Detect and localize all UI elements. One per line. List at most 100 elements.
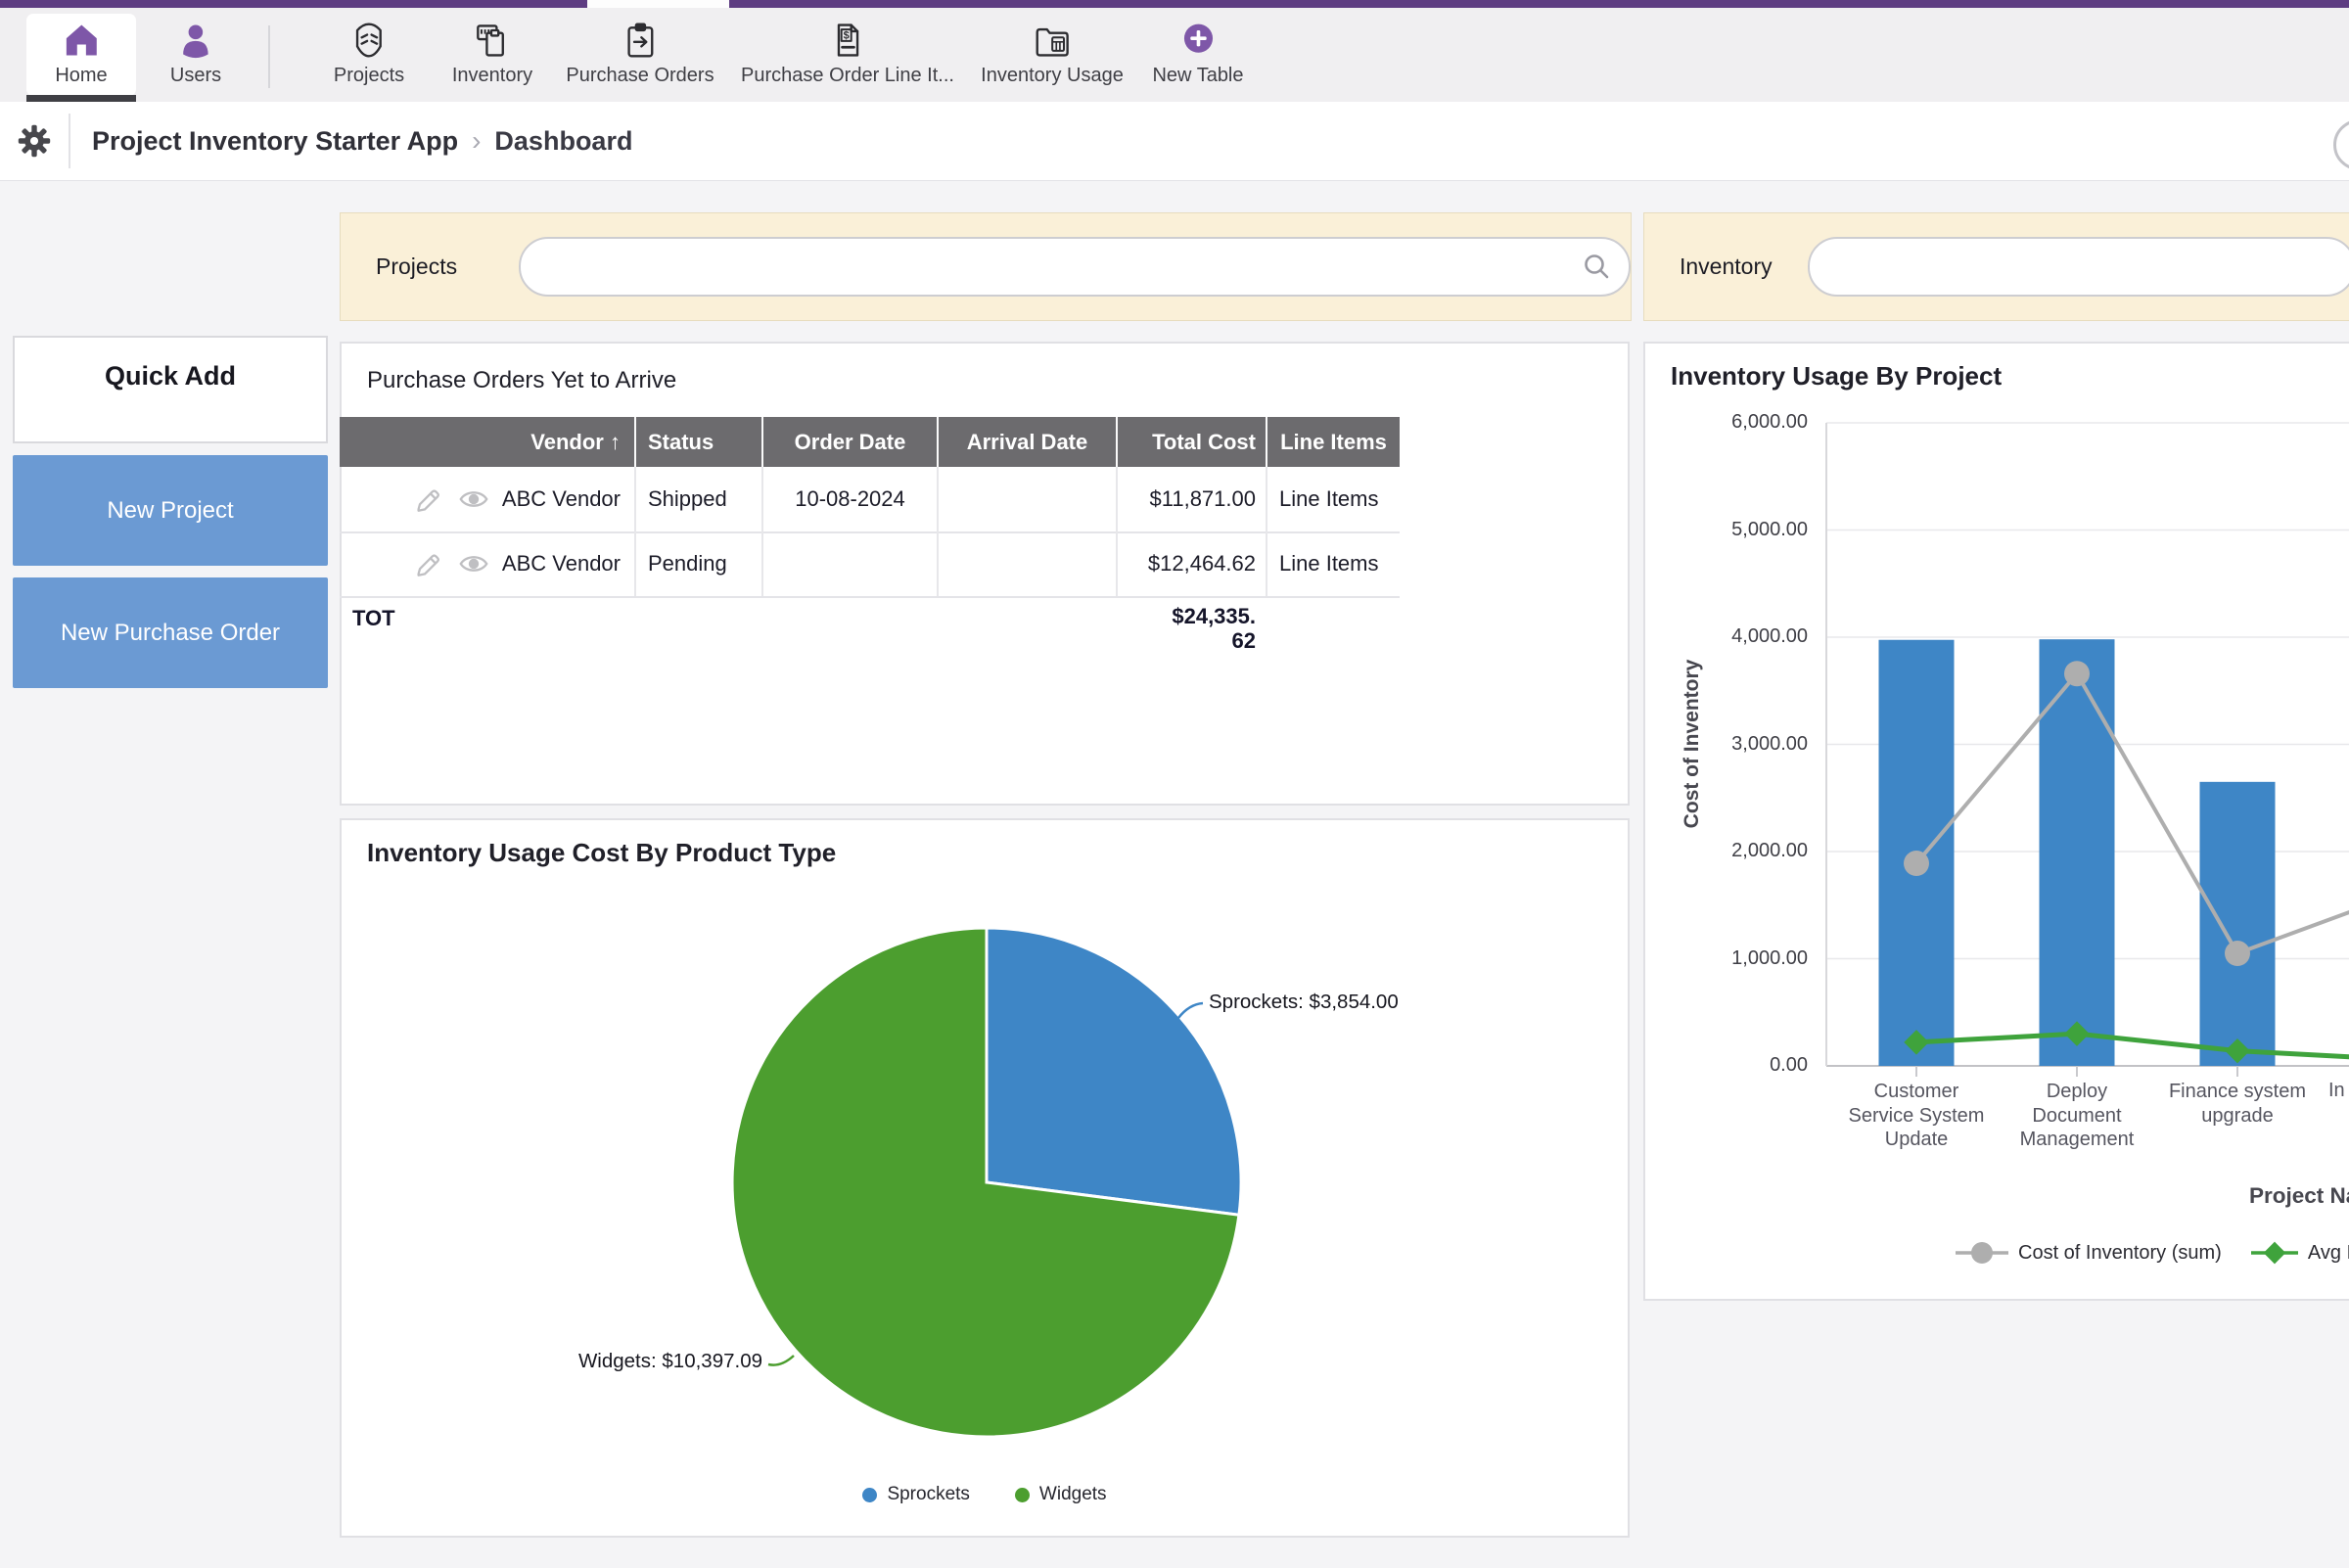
deck-icon [348, 20, 390, 61]
y-tick-label: 1,000.00 [1665, 947, 1808, 970]
legend-item-cost-of-inventory: Cost of Inventory (sum) [1954, 1240, 2222, 1266]
tab-inventory[interactable]: Inventory [452, 8, 532, 114]
tab-projects[interactable]: Projects [334, 8, 404, 114]
table-total-row: TOT $24,335. 62 [340, 596, 1400, 667]
tab-purchase-orders[interactable]: Purchase Orders [566, 8, 714, 114]
table-row[interactable]: ABC Vendor Pending $12,464.62 Line Items [340, 531, 1400, 598]
line-items-link[interactable]: Line Items [1266, 531, 1400, 596]
svg-text:$: $ [844, 30, 850, 42]
cell-arrival-date [937, 531, 1116, 596]
inventory-search-input[interactable] [1833, 247, 2295, 286]
cell-status: Shipped [634, 467, 761, 531]
x-axis-category-partial: In [2328, 1080, 2345, 1102]
line-items-link[interactable]: Line Items [1266, 467, 1400, 531]
tab-label: Purchase Orders [566, 65, 714, 87]
cell-total-cost[interactable]: $12,464.62 [1116, 531, 1266, 596]
tab-home[interactable]: Home [55, 8, 107, 114]
inventory-search-box [1808, 237, 2349, 297]
projects-search-box [519, 237, 1631, 297]
legend-dot-green [1015, 1488, 1030, 1502]
tab-strip: Home Users Projects [0, 8, 2349, 102]
y-tick-label: 6,000.00 [1665, 411, 1808, 434]
edit-icon[interactable] [412, 483, 443, 522]
tab-inventory-usage[interactable]: Inventory Usage [981, 8, 1124, 114]
legend-item-widgets: Widgets [1015, 1484, 1107, 1505]
x-category-label: CustomerService SystemUpdate [1836, 1080, 1997, 1152]
breadcrumb-divider [69, 114, 70, 168]
new-project-button[interactable]: New Project [13, 455, 328, 566]
breadcrumb-page-title: Dashboard [494, 126, 632, 157]
total-cost-sum: $24,335. 62 [1116, 596, 1266, 653]
invoice-icon: $ [827, 20, 868, 61]
inventory-search-panel: Inventory [1643, 212, 2349, 321]
breadcrumb-app-name[interactable]: Project Inventory Starter App [92, 126, 458, 157]
column-header-status[interactable]: Status [634, 417, 761, 467]
legend-dot-blue [862, 1488, 877, 1502]
purchase-orders-panel: Purchase Orders Yet to Arrive Vendor ↑ S… [340, 342, 1630, 806]
chevron-right-icon: › [472, 125, 481, 157]
cell-vendor: ABC Vendor [502, 551, 621, 576]
app-window: Home Users Projects [0, 0, 2349, 1568]
view-icon[interactable] [457, 547, 490, 586]
search-icon[interactable] [1582, 252, 1611, 286]
cell-order-date [761, 531, 937, 596]
inventory-search-label: Inventory [1680, 254, 1773, 280]
table-header: Vendor ↑ Status Order Date Arrival Date … [340, 417, 1400, 467]
home-icon [61, 20, 102, 61]
column-header-total-cost[interactable]: Total Cost [1116, 417, 1266, 467]
tab-label: Users [170, 65, 221, 87]
x-category-label: Finance systemupgrade [2157, 1080, 2318, 1128]
purchase-orders-title: Purchase Orders Yet to Arrive [367, 344, 676, 417]
top-accent-bar [0, 0, 2349, 8]
tab-new-table[interactable]: New Table [1152, 8, 1243, 114]
new-purchase-order-button[interactable]: New Purchase Order [13, 577, 328, 688]
folder-calc-icon [1032, 20, 1073, 61]
cell-order-date: 10-08-2024 [761, 467, 937, 531]
view-icon[interactable] [457, 483, 490, 522]
tab-group-divider [268, 25, 270, 88]
legend-item-avg-inventory: Avg Inventory [2249, 1240, 2349, 1266]
column-header-arrival-date[interactable]: Arrival Date [937, 417, 1116, 467]
tab-label: Inventory [452, 65, 532, 87]
pie-chart [342, 820, 1628, 1536]
gear-icon[interactable] [0, 123, 69, 159]
x-category-label: DeployDocumentManagement [1997, 1080, 2157, 1152]
cell-total-cost[interactable]: $11,871.00 [1116, 467, 1266, 531]
projects-search-label: Projects [376, 254, 457, 280]
legend-marker-green-diamond [2249, 1240, 2300, 1266]
tab-label: Inventory Usage [981, 65, 1124, 87]
cell-vendor: ABC Vendor [502, 486, 621, 512]
user-icon [175, 20, 216, 61]
quick-add-title: Quick Add [15, 361, 326, 392]
tab-label: Projects [334, 65, 404, 87]
x-axis-title: Project Na [2249, 1183, 2349, 1209]
column-header-line-items[interactable]: Line Items [1266, 417, 1400, 467]
y-tick-label: 0.00 [1665, 1054, 1808, 1077]
y-tick-label: 5,000.00 [1665, 519, 1808, 541]
cards-icon [472, 20, 513, 61]
tab-label: Home [55, 65, 107, 87]
pie-legend: Sprockets Widgets [342, 1484, 1628, 1505]
tab-purchase-order-line-items[interactable]: $ Purchase Order Line It... [741, 8, 954, 114]
pie-slice-label-sprockets: Sprockets: $3,854.00 [1209, 991, 1399, 1014]
usage-chart-panel: Inventory Usage By Project 6,000.005,000… [1643, 342, 2349, 1301]
column-header-order-date[interactable]: Order Date [761, 417, 937, 467]
pie-slice-label-widgets: Widgets: $10,397.09 [488, 1350, 762, 1373]
column-header-vendor[interactable]: Vendor ↑ [340, 417, 634, 467]
quick-add-card: Quick Add [13, 336, 328, 443]
breadcrumb-bar: Project Inventory Starter App › Dashboar… [0, 102, 2349, 181]
edit-icon[interactable] [412, 547, 443, 586]
table-row[interactable]: ABC Vendor Shipped 10-08-2024 $11,871.00… [340, 467, 1400, 533]
tab-label: New Table [1152, 65, 1243, 87]
add-circle-icon [1177, 20, 1219, 61]
projects-search-input[interactable] [544, 247, 1570, 286]
tab-users[interactable]: Users [170, 8, 221, 114]
projects-search-panel: Projects [340, 212, 1632, 321]
tab-label: Purchase Order Line It... [741, 65, 954, 87]
clipboard-arrow-icon [620, 20, 661, 61]
sort-asc-icon: ↑ [610, 430, 621, 455]
legend-marker-gray-circle [1954, 1240, 2010, 1266]
total-label: TOT [340, 596, 395, 631]
cell-status: Pending [634, 531, 761, 596]
y-axis-title: Cost of Inventory [1681, 636, 1704, 852]
